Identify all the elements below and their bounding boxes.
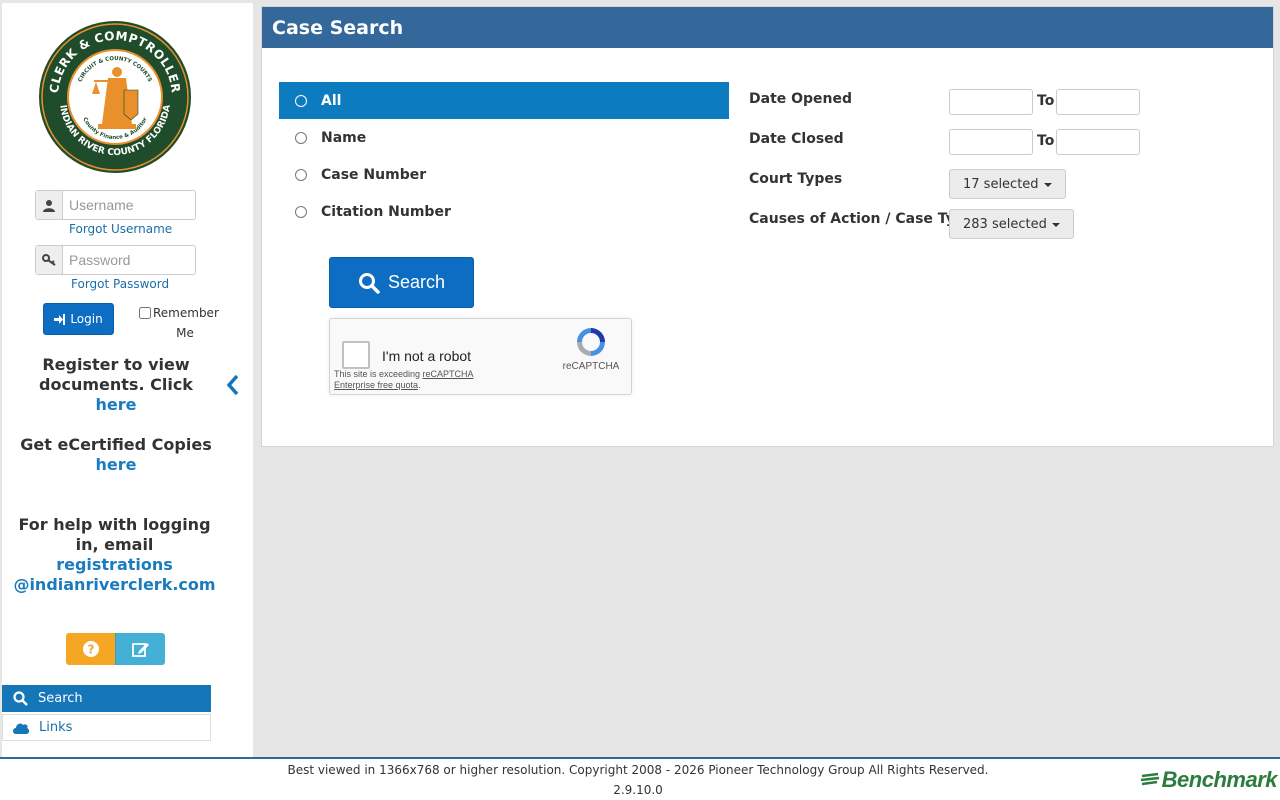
date-closed-to-label: To [1037, 133, 1055, 149]
recaptcha-checkbox[interactable] [342, 341, 370, 369]
date-closed-from-input[interactable] [949, 129, 1033, 155]
court-types-dropdown[interactable]: 17 selected [949, 169, 1066, 199]
search-option-label: Name [321, 129, 367, 146]
search-icon [358, 272, 380, 294]
nav-links-label: Links [39, 720, 73, 735]
radio-name[interactable] [295, 131, 307, 144]
recaptcha-quota-note: This site is exceeding reCAPTCHA Enterpr… [334, 369, 474, 390]
register-link[interactable]: here [96, 395, 137, 414]
search-button[interactable]: Search [329, 257, 474, 308]
help-edit-button-group: ? [66, 633, 165, 665]
footer-copyright: Best viewed in 1366x768 or higher resolu… [287, 763, 989, 777]
remember-me[interactable]: Remember Me [137, 303, 219, 343]
nav-search[interactable]: Search [2, 685, 211, 712]
login-button[interactable]: Login [43, 303, 114, 335]
forgot-username-link[interactable]: Forgot Username [69, 222, 172, 236]
search-option-label: All [321, 92, 342, 109]
nav-search-label: Search [38, 691, 83, 706]
password-input[interactable] [63, 246, 195, 274]
edit-icon [131, 643, 149, 657]
question-circle-icon: ? [82, 641, 99, 657]
causes-of-action-label: Causes of Action / Case Types [749, 211, 983, 227]
court-types-value: 17 selected [963, 176, 1039, 192]
user-icon [36, 191, 63, 219]
help-text: For help with logging in, email registra… [13, 515, 216, 594]
ecertified-text: Get eCertified Copies here [20, 435, 212, 474]
date-closed-label: Date Closed [749, 131, 844, 147]
recaptcha-label: I'm not a robot [382, 348, 472, 364]
court-types-label: Court Types [749, 171, 843, 187]
register-text: Register to view documents. Click here [39, 355, 193, 414]
nav-links[interactable]: Links [2, 714, 211, 741]
sign-in-icon [54, 313, 66, 325]
sidebar: CLERK & COMPTROLLER INDIAN RIVER COUNTY … [2, 3, 253, 757]
svg-text:?: ? [87, 643, 94, 657]
footer: Best viewed in 1366x768 or higher resolu… [0, 757, 1280, 800]
recaptcha-brand: reCAPTCHA [562, 361, 620, 372]
help-button[interactable]: ? [66, 633, 115, 665]
help-email-link[interactable]: registrations @indianriverclerk.com [13, 555, 215, 594]
edit-button[interactable] [115, 633, 165, 665]
page-title: Case Search [262, 7, 1273, 48]
recaptcha-widget: I'm not a robot This site is exceeding r… [329, 318, 632, 395]
search-option-all[interactable]: All [279, 82, 729, 119]
radio-citation-number[interactable] [295, 205, 307, 218]
cloud-icon [3, 722, 39, 734]
causes-of-action-dropdown[interactable]: 283 selected [949, 209, 1074, 239]
username-input[interactable] [63, 191, 195, 219]
search-option-citation-number[interactable]: Citation Number [279, 193, 729, 230]
date-closed-to-input[interactable] [1056, 129, 1140, 155]
username-group [35, 190, 196, 220]
login-label: Login [70, 312, 103, 326]
ecertified-link[interactable]: here [96, 455, 137, 474]
remember-me-checkbox[interactable] [139, 307, 151, 319]
date-opened-from-input[interactable] [949, 89, 1033, 115]
clerk-seal-logo: CLERK & COMPTROLLER INDIAN RIVER COUNTY … [39, 21, 191, 173]
radio-case-number[interactable] [295, 168, 307, 181]
causes-of-action-value: 283 selected [963, 216, 1047, 232]
password-group [35, 245, 196, 275]
benchmark-globe-icon [1140, 772, 1159, 786]
search-icon [2, 691, 38, 706]
date-opened-label: Date Opened [749, 91, 853, 107]
recaptcha-logo-icon [577, 328, 605, 356]
date-opened-to-label: To [1037, 93, 1055, 109]
search-option-name[interactable]: Name [279, 119, 729, 156]
search-button-label: Search [387, 272, 446, 292]
caret-down-icon [1043, 183, 1052, 187]
search-option-case-number[interactable]: Case Number [279, 156, 729, 193]
search-option-label: Case Number [321, 166, 427, 183]
caret-down-icon [1051, 223, 1060, 227]
date-opened-to-input[interactable] [1056, 89, 1140, 115]
key-icon [36, 246, 63, 274]
footer-version: 2.9.10.0 [613, 783, 663, 797]
case-search-panel: Case Search All Name Case Number Citatio… [261, 6, 1274, 447]
benchmark-brand: Benchmark [1161, 767, 1278, 792]
search-option-label: Citation Number [321, 203, 451, 220]
chevron-left-icon[interactable] [224, 374, 244, 396]
benchmark-logo: Benchmark [1140, 767, 1278, 793]
forgot-password-link[interactable]: Forgot Password [71, 277, 169, 291]
radio-all[interactable] [295, 94, 307, 107]
